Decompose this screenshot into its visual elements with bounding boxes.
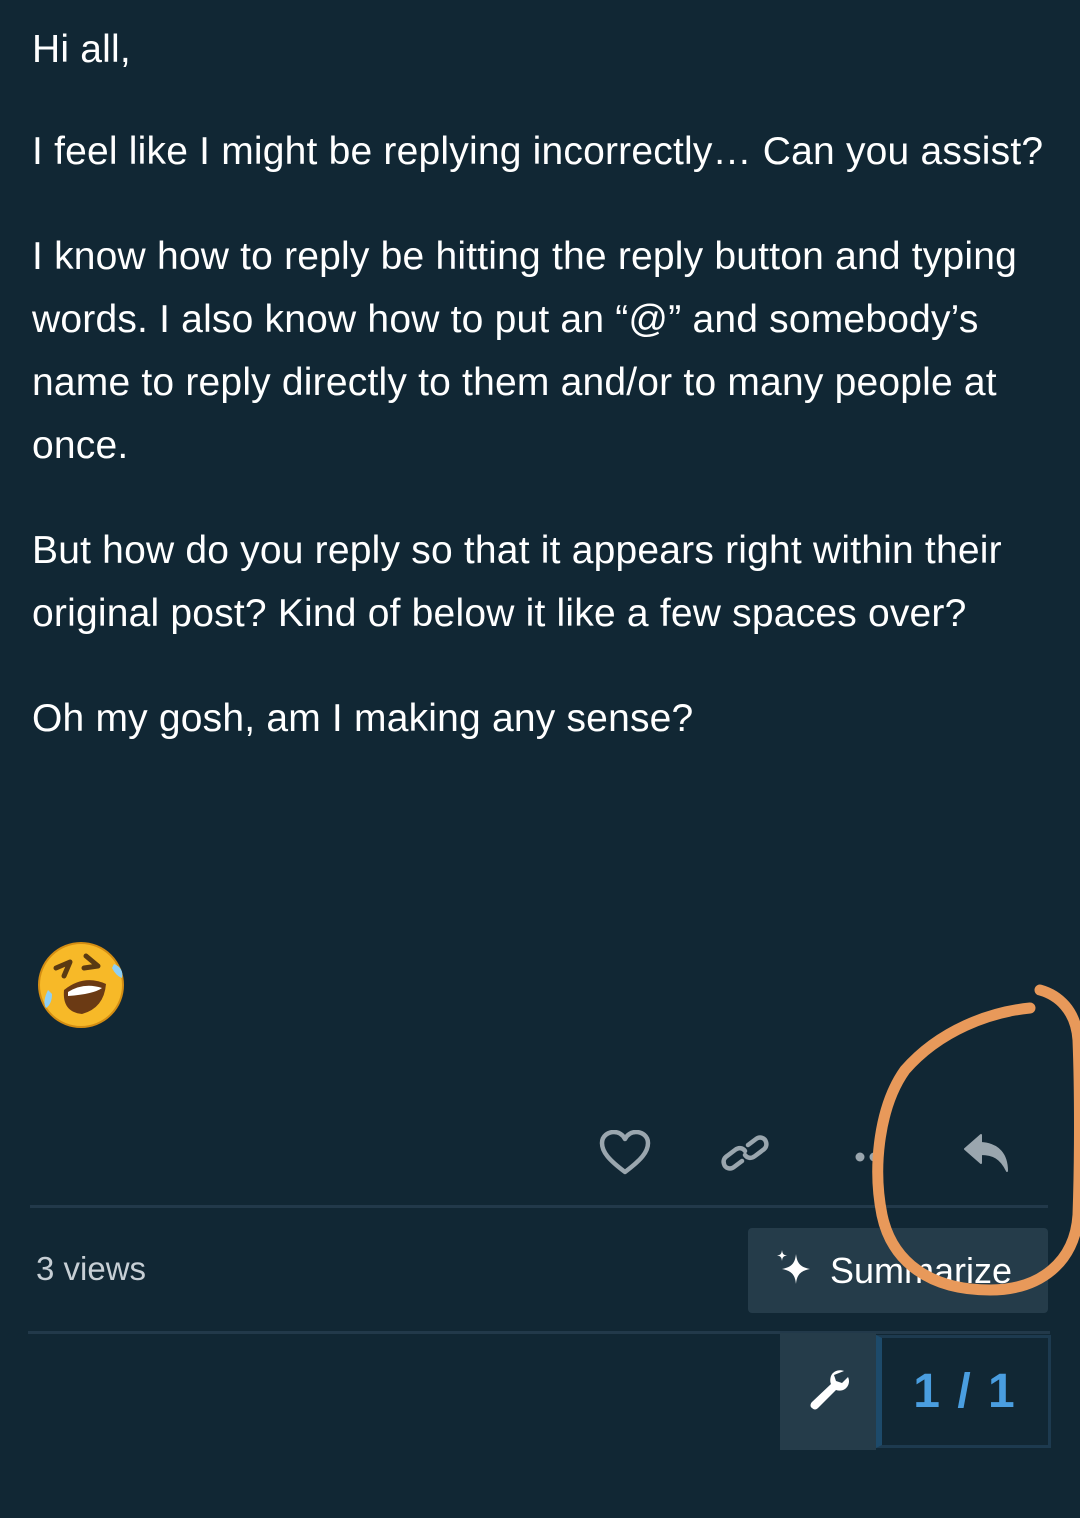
admin-tools-button[interactable] xyxy=(780,1333,876,1450)
wrench-icon xyxy=(804,1365,852,1418)
summarize-label: Summarize xyxy=(830,1249,1013,1291)
heart-icon xyxy=(599,1129,651,1181)
show-more-button[interactable] xyxy=(830,1120,900,1190)
sparkle-icon xyxy=(774,1248,814,1293)
post-paragraph: Oh my gosh, am I making any sense? xyxy=(32,697,694,740)
progress-count: 1 / 1 xyxy=(913,1365,1017,1418)
post-actions xyxy=(0,1120,1080,1190)
post-paragraph: But how do you reply so that it appears … xyxy=(32,529,1002,635)
ellipsis-icon xyxy=(840,1143,890,1168)
post-paragraph: I feel like I might be replying incorrec… xyxy=(32,130,1044,173)
reply-button[interactable] xyxy=(952,1120,1022,1190)
like-button[interactable] xyxy=(590,1120,660,1190)
summarize-button[interactable]: Summarize xyxy=(748,1228,1048,1313)
divider xyxy=(30,1205,1048,1208)
copy-link-button[interactable] xyxy=(710,1120,780,1190)
post-paragraph: I know how to reply be hitting the reply… xyxy=(32,235,1018,467)
post-paragraph: Hi all, xyxy=(32,28,131,71)
topic-progress[interactable]: 1 / 1 xyxy=(876,1335,1051,1448)
rofl-emoji xyxy=(34,938,128,1032)
post-body: Hi all, I feel like I might be replying … xyxy=(32,18,1052,750)
link-icon xyxy=(720,1133,770,1178)
views-count: 3 views xyxy=(36,1250,147,1287)
reply-arrow-icon xyxy=(961,1131,1013,1180)
divider xyxy=(28,1331,1050,1334)
